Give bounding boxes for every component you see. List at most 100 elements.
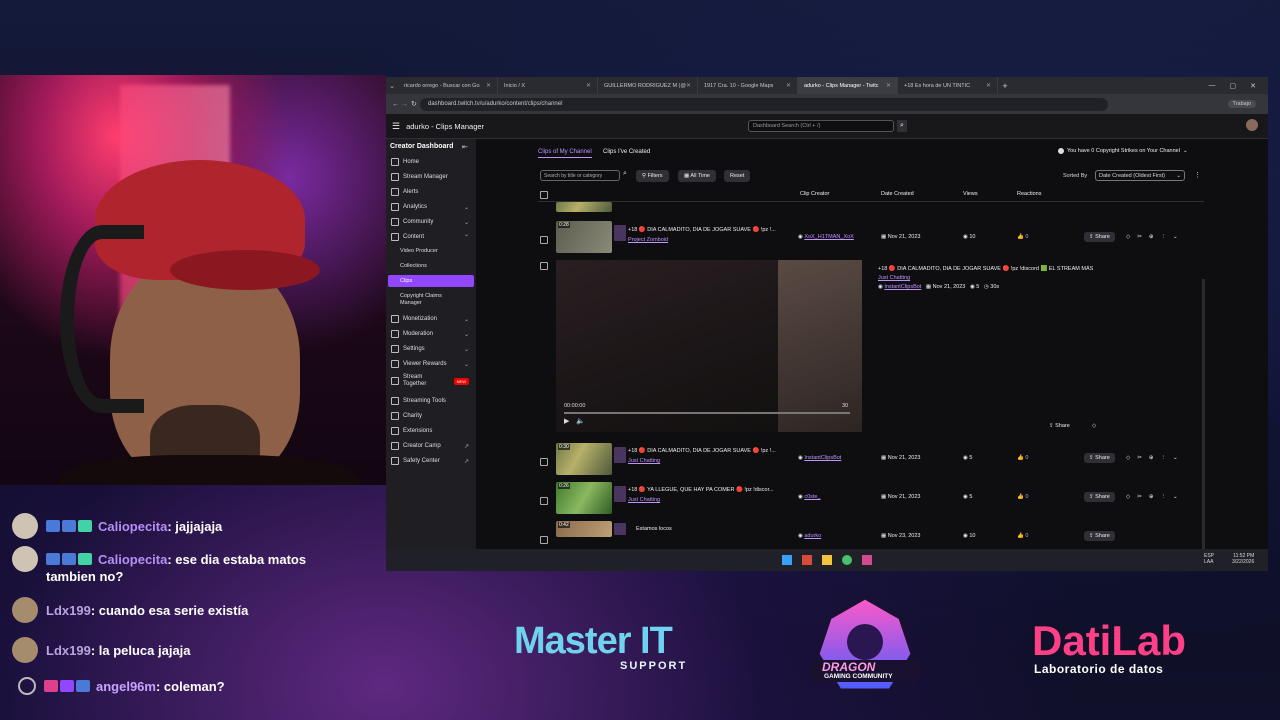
clip-thumbnail[interactable]: 0:42 (556, 521, 612, 537)
file-explorer-icon[interactable] (822, 555, 832, 565)
scissors-icon[interactable]: ✂ (1137, 455, 1149, 461)
share-button[interactable]: ⇪ Share (1084, 492, 1115, 502)
clip-thumbnail[interactable]: 0:28 (556, 221, 612, 253)
clip-creator[interactable]: ◉ XoX_H1TMAN_XoX (798, 234, 854, 240)
clip-title[interactable]: +18 🔴 DIA CALMADITO, DIA DE JOGAR SUAVE … (628, 448, 776, 454)
collapse-sidebar-icon[interactable]: ⇤ (462, 143, 468, 151)
filters-button[interactable]: ⚲ Filters (636, 170, 669, 182)
start-icon[interactable] (782, 555, 792, 565)
player-scrubber[interactable] (564, 412, 850, 414)
share-button[interactable]: ⇪ Share (1084, 232, 1115, 242)
sidebar-item-analytics[interactable]: Analytics ⌄ (391, 200, 475, 214)
scissors-icon[interactable]: ✂ (1137, 234, 1149, 240)
close-icon[interactable]: ✕ (786, 82, 791, 89)
all-time-button[interactable]: ▦ All Time (678, 170, 716, 182)
close-window-icon[interactable]: ✕ (1250, 82, 1256, 90)
browser-tab[interactable]: ricardo orrego - Buscar con Go ✕ (398, 77, 498, 94)
close-icon[interactable]: ✕ (686, 82, 691, 89)
close-icon[interactable]: ✕ (886, 82, 891, 89)
scissors-icon[interactable]: ✂ (1137, 494, 1149, 500)
app-icon[interactable] (862, 555, 872, 565)
clip-creator[interactable]: ◉ c0ste_ (798, 494, 821, 500)
link-icon[interactable]: ◇ (1126, 494, 1137, 500)
menu-icon[interactable]: ☰ (392, 121, 400, 132)
tab-menu-icon[interactable]: ⌄ (386, 82, 398, 90)
sidebar-item-creator-camp[interactable]: Creator Camp ↗ (391, 439, 475, 453)
more-options-icon[interactable]: ⋮ (1160, 455, 1173, 461)
clip-category[interactable]: Project Zomboid (628, 237, 668, 243)
reload-icon[interactable]: ↻ (411, 100, 417, 108)
sidebar-item-extensions[interactable]: Extensions (391, 424, 475, 438)
clip-title[interactable]: +18 🔴 YA LLEGUE, QUE HAY PA COMER 🔴 !pz … (628, 487, 774, 493)
dashboard-search-input[interactable]: Dashboard Search (Ctrl + /) (748, 120, 894, 132)
row-checkbox[interactable] (540, 262, 548, 270)
reset-button[interactable]: Reset (724, 170, 751, 182)
play-icon[interactable]: ▶ (564, 417, 569, 425)
sidebar-item-moderation[interactable]: Moderation ⌄ (391, 327, 475, 341)
close-icon[interactable]: ✕ (486, 82, 491, 89)
sidebar-item-stream-together[interactable]: Stream Together NEW (391, 372, 475, 390)
sidebar-item-home[interactable]: Home (391, 155, 475, 169)
language-indicator[interactable]: ESP LAA (1204, 553, 1214, 565)
share-button[interactable]: ⇪ Share (1044, 421, 1075, 431)
creator-link[interactable]: c0ste_ (804, 494, 820, 500)
url-field[interactable]: dashboard.twitch.tv/u/adurko/content/cli… (420, 97, 1108, 111)
clip-title[interactable]: Estamos locos (636, 526, 672, 532)
new-tab-icon[interactable]: + (998, 81, 1012, 91)
plus-circle-icon[interactable]: ⊕ (1149, 455, 1161, 461)
browser-tab[interactable]: Inicio / X ✕ (498, 77, 598, 94)
sidebar-item-video-producer[interactable]: Video Producer (400, 245, 476, 257)
sidebar-item-copyright-claims[interactable]: Copyright Claims Manager (400, 291, 460, 309)
sidebar-item-safety-center[interactable]: Safety Center ↗ (391, 454, 475, 468)
chrome-icon[interactable] (842, 555, 852, 565)
tab-clips-ive-created[interactable]: Clips I've Created (603, 149, 650, 155)
clip-thumbnail[interactable] (556, 202, 612, 212)
sidebar-item-stream-manager[interactable]: Stream Manager (391, 170, 475, 184)
forward-icon[interactable]: → (401, 101, 408, 108)
clip-creator[interactable]: ◉ InstantClipsBot (798, 455, 841, 461)
clip-category[interactable]: Just Chatting (878, 275, 910, 281)
sidebar-item-content[interactable]: Content ⌃ (391, 230, 475, 244)
column-header-date[interactable]: Date Created (881, 191, 914, 197)
link-icon[interactable]: ◇ (1126, 234, 1137, 240)
system-clock[interactable]: 11:52 PM 3/22/2026 (1232, 553, 1254, 565)
chevron-down-icon[interactable]: ⌄ (1173, 455, 1185, 461)
volume-icon[interactable]: 🔈 (576, 417, 585, 425)
clip-category[interactable]: Just Chatting (628, 458, 660, 464)
link-icon[interactable]: ◇ (1092, 423, 1096, 429)
app-icon[interactable] (802, 555, 812, 565)
sort-select[interactable]: Date Created (Oldest First) ⌄ (1095, 170, 1185, 181)
row-checkbox[interactable] (540, 536, 548, 544)
profile-chip[interactable]: Trabajo (1227, 100, 1256, 108)
sidebar-item-settings[interactable]: Settings ⌄ (391, 342, 475, 356)
sidebar-item-charity[interactable]: Charity (391, 409, 475, 423)
sidebar-item-viewer-rewards[interactable]: Viewer Rewards ⌄ (391, 357, 475, 371)
sidebar-item-collections[interactable]: Collections (400, 260, 476, 272)
browser-tab[interactable]: +18 Es hora de UN TINTIC ✕ (898, 77, 998, 94)
tab-clips-of-my-channel[interactable]: Clips of My Channel (538, 149, 592, 158)
minimize-icon[interactable]: — (1209, 82, 1216, 90)
browser-tab[interactable]: 1917 Cra. 10 - Google Maps ✕ (698, 77, 798, 94)
more-options-icon[interactable]: ⋮ (1160, 494, 1173, 500)
browser-tab-active[interactable]: adurko - Clips Manager - Twitc ✕ (798, 77, 898, 94)
scrollbar[interactable] (1202, 279, 1205, 569)
close-icon[interactable]: ✕ (586, 82, 591, 89)
column-header-reactions[interactable]: Reactions (1017, 191, 1041, 197)
row-checkbox[interactable] (540, 236, 548, 244)
chevron-down-icon[interactable]: ⌄ (1173, 234, 1185, 240)
column-header-views[interactable]: Views (963, 191, 978, 197)
back-icon[interactable]: ← (392, 101, 399, 108)
sidebar-item-monetization[interactable]: Monetization ⌄ (391, 312, 475, 326)
clip-search-input[interactable]: Search by title or category (540, 170, 620, 181)
creator-link[interactable]: adurko (804, 533, 821, 539)
search-icon[interactable]: ⌕ (897, 120, 907, 132)
more-options-icon[interactable]: ⋮ (1194, 171, 1201, 179)
creator-link[interactable]: XoX_H1TMAN_XoX (804, 234, 854, 240)
search-icon[interactable]: ⌕ (623, 170, 627, 178)
clip-title[interactable]: +18 🔴 DIA CALMADITO, DIA DE JOGAR SUAVE … (628, 227, 776, 233)
clip-thumbnail[interactable]: 0:26 (556, 482, 612, 514)
sidebar-item-community[interactable]: Community ⌄ (391, 215, 475, 229)
share-button[interactable]: ⇪ Share (1084, 531, 1115, 541)
chevron-down-icon[interactable]: ⌄ (1173, 494, 1185, 500)
sidebar-item-streaming-tools[interactable]: Streaming Tools (391, 394, 475, 408)
